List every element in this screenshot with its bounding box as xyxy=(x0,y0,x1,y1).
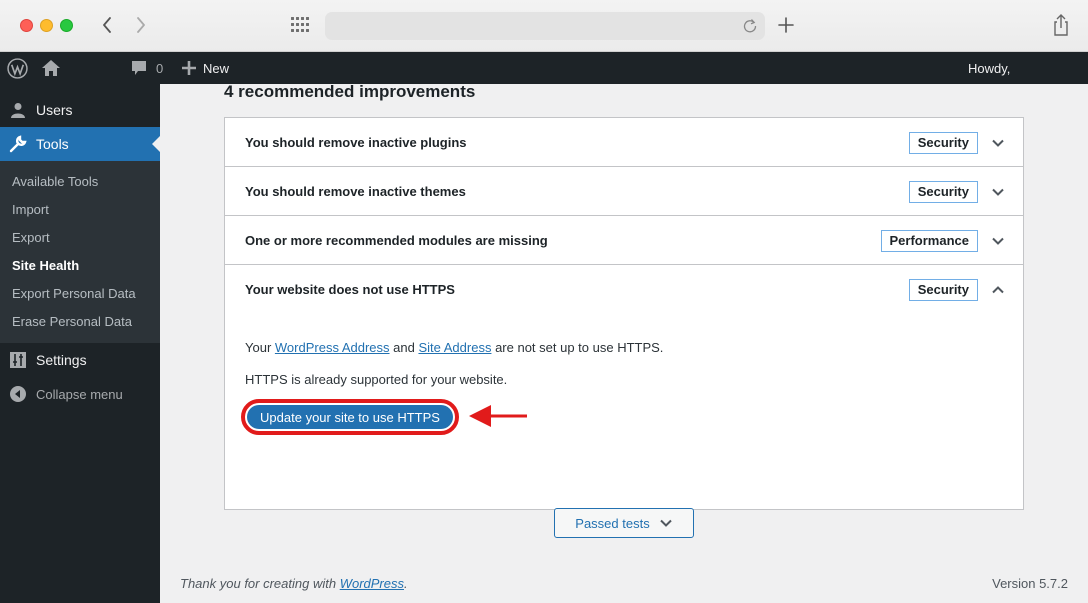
account-menu[interactable]: Howdy, xyxy=(968,52,1010,84)
submenu-erase-personal-data[interactable]: Erase Personal Data xyxy=(0,308,160,336)
tools-submenu: Available Tools Import Export Site Healt… xyxy=(0,161,160,343)
text: and xyxy=(389,340,419,355)
improvements-accordion: You should remove inactive plugins Secur… xyxy=(224,117,1024,510)
item-title: One or more recommended modules are miss… xyxy=(245,233,548,248)
update-https-button[interactable]: Update your site to use HTTPS xyxy=(247,405,453,429)
collapse-menu-button[interactable]: Collapse menu xyxy=(0,377,160,411)
accordion-item[interactable]: You should remove inactive plugins Secur… xyxy=(225,118,1023,167)
chevron-up-icon xyxy=(992,286,1004,294)
comments-count: 0 xyxy=(156,60,164,76)
text: Thank you for creating with xyxy=(180,576,340,591)
plus-icon xyxy=(182,61,196,75)
address-bar[interactable] xyxy=(325,12,765,40)
collapse-arrow-icon xyxy=(0,386,36,402)
forward-button[interactable] xyxy=(130,14,152,36)
main-content: 4 recommended improvements You should re… xyxy=(160,82,1088,603)
zoom-window-icon[interactable] xyxy=(60,19,73,32)
submenu-import[interactable]: Import xyxy=(0,196,160,224)
close-window-icon[interactable] xyxy=(20,19,33,32)
browser-toolbar xyxy=(0,0,1088,52)
back-button[interactable] xyxy=(96,14,118,36)
accordion-item[interactable]: You should remove inactive themes Securi… xyxy=(225,167,1023,216)
new-label: New xyxy=(203,60,230,76)
home-icon xyxy=(42,60,60,76)
submenu-site-health[interactable]: Site Health xyxy=(0,252,160,280)
minimize-icon[interactable] xyxy=(40,19,53,32)
comments-button[interactable]: 0 xyxy=(131,52,163,84)
sidebar-item-settings[interactable]: Settings xyxy=(0,343,160,377)
wordpress-logo-button[interactable] xyxy=(7,52,28,84)
category-badge: Performance xyxy=(880,230,978,252)
passed-tests-button[interactable]: Passed tests xyxy=(554,508,694,538)
tab-overview-icon[interactable] xyxy=(291,17,309,33)
category-badge: Security xyxy=(908,132,978,154)
category-badge: Security xyxy=(908,181,978,203)
reload-icon[interactable] xyxy=(741,17,759,35)
sidebar-item-label: Tools xyxy=(36,136,69,152)
chevron-down-icon xyxy=(992,139,1004,147)
share-icon[interactable] xyxy=(1051,13,1071,37)
chevron-down-icon xyxy=(660,519,672,527)
item-title: Your website does not use HTTPS xyxy=(245,282,455,297)
text: are not set up to use HTTPS. xyxy=(491,340,664,355)
https-support-notice: HTTPS is already supported for your webs… xyxy=(245,372,508,387)
footer-thanks: Thank you for creating with WordPress. xyxy=(180,576,408,591)
category-badge: Security xyxy=(908,279,978,301)
sidebar-item-label: Users xyxy=(36,102,73,118)
settings-sliders-icon xyxy=(0,352,36,368)
submenu-export[interactable]: Export xyxy=(0,224,160,252)
users-icon xyxy=(0,102,36,118)
wrench-icon xyxy=(0,135,36,153)
chevron-down-icon xyxy=(992,237,1004,245)
wordpress-address-link[interactable]: WordPress Address xyxy=(275,340,390,355)
submenu-available-tools[interactable]: Available Tools xyxy=(0,168,160,196)
accordion-item-expanded[interactable]: Your website does not use HTTPS Security xyxy=(225,265,1023,314)
admin-sidebar: Users Tools Available Tools Import Expor… xyxy=(0,84,160,603)
forward-icon xyxy=(137,17,145,33)
text: . xyxy=(404,576,408,591)
sidebar-item-label: Collapse menu xyxy=(36,386,123,402)
sidebar-item-label: Settings xyxy=(36,352,87,368)
new-content-button[interactable]: New xyxy=(182,52,229,84)
text: Your xyxy=(245,340,275,355)
wordpress-logo-icon xyxy=(7,57,28,79)
section-title: 4 recommended improvements xyxy=(224,82,476,101)
admin-bar: 0 New Howdy, xyxy=(0,52,1088,84)
back-icon xyxy=(103,17,111,33)
comment-icon xyxy=(132,61,146,75)
highlight-outline: Update your site to use HTTPS xyxy=(241,399,459,435)
passed-tests-label: Passed tests xyxy=(575,515,650,531)
item-title: You should remove inactive plugins xyxy=(245,135,467,150)
sidebar-item-users[interactable]: Users xyxy=(0,93,160,127)
address-notice: Your WordPress Address and Site Address … xyxy=(245,340,663,355)
accordion-item[interactable]: One or more recommended modules are miss… xyxy=(225,216,1023,265)
site-address-link[interactable]: Site Address xyxy=(418,340,491,355)
item-title: You should remove inactive themes xyxy=(245,184,466,199)
submenu-export-personal-data[interactable]: Export Personal Data xyxy=(0,280,160,308)
wordpress-link[interactable]: WordPress xyxy=(340,576,404,591)
site-home-button[interactable] xyxy=(41,52,61,84)
sidebar-item-tools[interactable]: Tools xyxy=(0,127,160,161)
footer-version: Version 5.7.2 xyxy=(992,576,1068,591)
accordion-panel: Your WordPress Address and Site Address … xyxy=(225,314,1023,509)
new-tab-icon[interactable] xyxy=(776,14,796,36)
annotation-arrow-icon xyxy=(469,405,527,427)
chevron-down-icon xyxy=(992,188,1004,196)
